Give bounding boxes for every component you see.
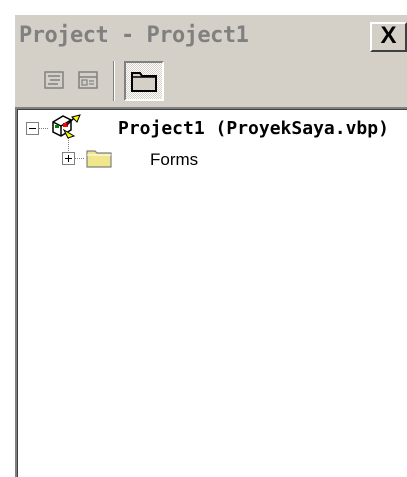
toggle-folders-button[interactable] xyxy=(124,61,164,101)
tree-item-label: Forms xyxy=(150,150,199,169)
expand-forms-toggle[interactable] xyxy=(62,152,75,165)
toolbar-separator xyxy=(113,61,115,101)
tree-root-label: Project1 (ProyekSaya.vbp) xyxy=(118,118,389,139)
project-explorer-window: Project - Project1 X Project1 (ProyekSay… xyxy=(15,15,407,477)
folder-icon xyxy=(131,72,157,92)
collapse-root-toggle[interactable] xyxy=(26,122,39,135)
toolbar xyxy=(15,57,407,103)
folder-icon xyxy=(86,150,112,168)
view-code-button[interactable] xyxy=(37,66,71,96)
view-object-button[interactable] xyxy=(71,66,105,96)
project-icon xyxy=(52,114,81,139)
title-bar[interactable]: Project - Project1 X xyxy=(15,18,407,54)
window-title: Project - Project1 xyxy=(19,23,249,48)
view-code-icon xyxy=(44,71,64,89)
view-object-icon xyxy=(78,71,98,89)
project-tree[interactable]: Project1 (ProyekSaya.vbp) Forms xyxy=(15,107,407,477)
close-button[interactable]: X xyxy=(370,22,407,52)
